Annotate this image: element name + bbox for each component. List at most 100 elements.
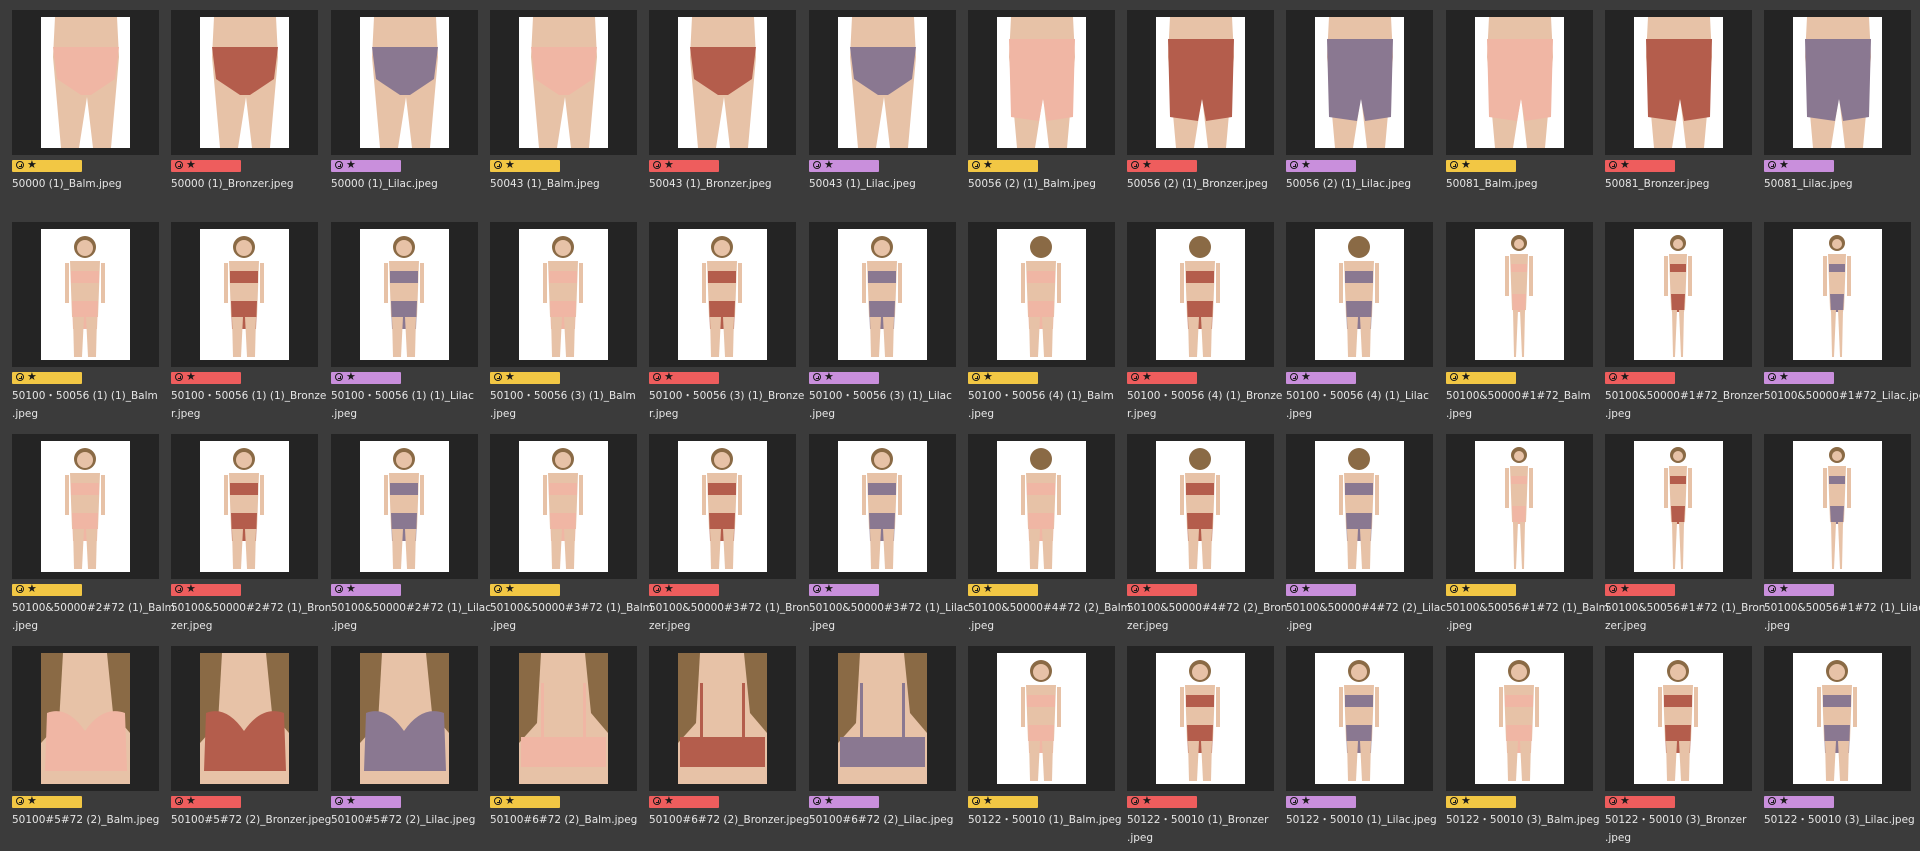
thumbnail-frame[interactable]	[331, 10, 478, 155]
file-name[interactable]: 50100・50056 (1) (1)_Balm .jpeg	[12, 387, 159, 423]
thumbnail-image[interactable]	[1475, 17, 1564, 148]
thumbnail-image[interactable]	[678, 229, 767, 360]
color-label-lilac[interactable]: ★	[1764, 794, 1834, 808]
thumbnail-item[interactable]: ★ 50000 (1)_Bronzer.jpeg	[171, 10, 318, 215]
thumbnail-image[interactable]	[678, 441, 767, 572]
star-icon[interactable]: ★	[346, 794, 356, 808]
star-icon[interactable]: ★	[664, 794, 674, 808]
thumbnail-image[interactable]	[1793, 229, 1882, 360]
file-name[interactable]: 50100&50000#1#72_Bronzer .jpeg	[1605, 387, 1764, 423]
thumbnail-image[interactable]	[1156, 229, 1245, 360]
thumbnail-image[interactable]	[1475, 653, 1564, 784]
color-label-lilac[interactable]: ★	[1764, 582, 1834, 596]
thumbnail-frame[interactable]	[809, 646, 956, 791]
star-icon[interactable]: ★	[1461, 158, 1471, 172]
thumbnail-item[interactable]: ★ 50081_Lilac.jpeg	[1764, 10, 1911, 215]
file-name[interactable]: 50100・50056 (3) (1)_Lilac .jpeg	[809, 387, 956, 423]
thumbnail-image[interactable]	[200, 653, 289, 784]
thumbnail-item[interactable]: ★ 50056 (2) (1)_Lilac.jpeg	[1286, 10, 1433, 215]
star-icon[interactable]: ★	[664, 582, 674, 596]
star-icon[interactable]: ★	[27, 370, 37, 384]
star-icon[interactable]: ★	[983, 370, 993, 384]
color-label-lilac[interactable]: ★	[331, 370, 401, 384]
color-label-bronzer[interactable]: ★	[171, 794, 241, 808]
thumbnail-frame[interactable]	[968, 222, 1115, 367]
thumbnail-frame[interactable]	[1764, 646, 1911, 791]
color-label-balm[interactable]: ★	[490, 794, 560, 808]
thumbnail-item[interactable]: ★ 50100&50000#2#72 (1)_Balm .jpeg	[12, 434, 175, 639]
thumbnail-item[interactable]: ★ 50100&50056#1#72 (1)_Balm .jpeg	[1446, 434, 1609, 639]
star-icon[interactable]: ★	[186, 794, 196, 808]
thumbnail-image[interactable]	[1793, 17, 1882, 148]
file-name[interactable]: 50100#5#72 (2)_Lilac.jpeg	[331, 811, 478, 829]
thumbnail-item[interactable]: ★ 50000 (1)_Lilac.jpeg	[331, 10, 478, 215]
color-label-bronzer[interactable]: ★	[649, 794, 719, 808]
color-label-bronzer[interactable]: ★	[649, 582, 719, 596]
star-icon[interactable]: ★	[505, 582, 515, 596]
thumbnail-frame[interactable]	[1446, 434, 1593, 579]
thumbnail-item[interactable]: ★ 50043 (1)_Lilac.jpeg	[809, 10, 956, 215]
thumbnail-frame[interactable]	[1127, 646, 1274, 791]
color-label-lilac[interactable]: ★	[1286, 582, 1356, 596]
color-label-bronzer[interactable]: ★	[1127, 582, 1197, 596]
star-icon[interactable]: ★	[1142, 582, 1152, 596]
file-name[interactable]: 50100&50000#1#72_Balm .jpeg	[1446, 387, 1593, 423]
thumbnail-image[interactable]	[997, 653, 1086, 784]
star-icon[interactable]: ★	[505, 158, 515, 172]
thumbnail-frame[interactable]	[1764, 434, 1911, 579]
color-label-balm[interactable]: ★	[1446, 582, 1516, 596]
star-icon[interactable]: ★	[1142, 370, 1152, 384]
color-label-balm[interactable]: ★	[968, 794, 1038, 808]
thumbnail-frame[interactable]	[331, 646, 478, 791]
thumbnail-frame[interactable]	[1286, 434, 1433, 579]
thumbnail-item[interactable]: ★ 50100#6#72 (2)_Balm.jpeg	[490, 646, 637, 851]
color-label-bronzer[interactable]: ★	[1605, 582, 1675, 596]
star-icon[interactable]: ★	[27, 794, 37, 808]
thumbnail-item[interactable]: ★ 50100#5#72 (2)_Bronzer.jpeg	[171, 646, 331, 851]
star-icon[interactable]: ★	[1142, 794, 1152, 808]
color-label-balm[interactable]: ★	[968, 370, 1038, 384]
star-icon[interactable]: ★	[1461, 582, 1471, 596]
color-label-lilac[interactable]: ★	[1286, 370, 1356, 384]
star-icon[interactable]: ★	[1779, 582, 1789, 596]
thumbnail-item[interactable]: ★ 50100・50056 (4) (1)_Lilac .jpeg	[1286, 222, 1433, 427]
color-label-bronzer[interactable]: ★	[1127, 158, 1197, 172]
star-icon[interactable]: ★	[983, 582, 993, 596]
thumbnail-image[interactable]	[41, 653, 130, 784]
star-icon[interactable]: ★	[27, 158, 37, 172]
star-icon[interactable]: ★	[346, 370, 356, 384]
file-name[interactable]: 50081_Bronzer.jpeg	[1605, 175, 1752, 193]
thumbnail-item[interactable]: ★ 50100&50000#4#72 (2)_Lilac .jpeg	[1286, 434, 1446, 639]
file-name[interactable]: 50081_Balm.jpeg	[1446, 175, 1593, 193]
file-name[interactable]: 50100・50056 (4) (1)_Balm .jpeg	[968, 387, 1115, 423]
star-icon[interactable]: ★	[186, 582, 196, 596]
file-name[interactable]: 50081_Lilac.jpeg	[1764, 175, 1911, 193]
file-name[interactable]: 50100#6#72 (2)_Balm.jpeg	[490, 811, 637, 829]
star-icon[interactable]: ★	[1779, 370, 1789, 384]
file-name[interactable]: 50100&50000#4#72 (2)_Balm .jpeg	[968, 599, 1131, 635]
thumbnail-item[interactable]: ★ 50100#5#72 (2)_Balm.jpeg	[12, 646, 159, 851]
file-name[interactable]: 50043 (1)_Balm.jpeg	[490, 175, 637, 193]
star-icon[interactable]: ★	[1461, 370, 1471, 384]
star-icon[interactable]: ★	[824, 794, 834, 808]
file-name[interactable]: 50100・50056 (1) (1)_Lilac .jpeg	[331, 387, 478, 423]
thumbnail-item[interactable]: ★ 50100&50000#2#72 (1)_Bron zer.jpeg	[171, 434, 331, 639]
thumbnail-frame[interactable]	[490, 434, 637, 579]
file-name[interactable]: 50100#6#72 (2)_Bronzer.jpeg	[649, 811, 809, 829]
thumbnail-image[interactable]	[1475, 229, 1564, 360]
thumbnail-frame[interactable]	[1764, 10, 1911, 155]
thumbnail-image[interactable]	[41, 229, 130, 360]
thumbnail-image[interactable]	[838, 229, 927, 360]
thumbnail-item[interactable]: ★ 50100#5#72 (2)_Lilac.jpeg	[331, 646, 478, 851]
thumbnail-item[interactable]: ★ 50100&50000#3#72 (1)_Bron zer.jpeg	[649, 434, 809, 639]
star-icon[interactable]: ★	[1620, 158, 1630, 172]
thumbnail-item[interactable]: ★ 50043 (1)_Bronzer.jpeg	[649, 10, 796, 215]
star-icon[interactable]: ★	[186, 158, 196, 172]
thumbnail-image[interactable]	[519, 229, 608, 360]
star-icon[interactable]: ★	[1461, 794, 1471, 808]
file-name[interactable]: 50000 (1)_Lilac.jpeg	[331, 175, 478, 193]
thumbnail-item[interactable]: ★ 50100&50000#4#72 (2)_Balm .jpeg	[968, 434, 1131, 639]
star-icon[interactable]: ★	[983, 794, 993, 808]
file-name[interactable]: 50043 (1)_Lilac.jpeg	[809, 175, 956, 193]
thumbnail-item[interactable]: ★ 50100&50056#1#72 (1)_Bron zer.jpeg	[1605, 434, 1765, 639]
